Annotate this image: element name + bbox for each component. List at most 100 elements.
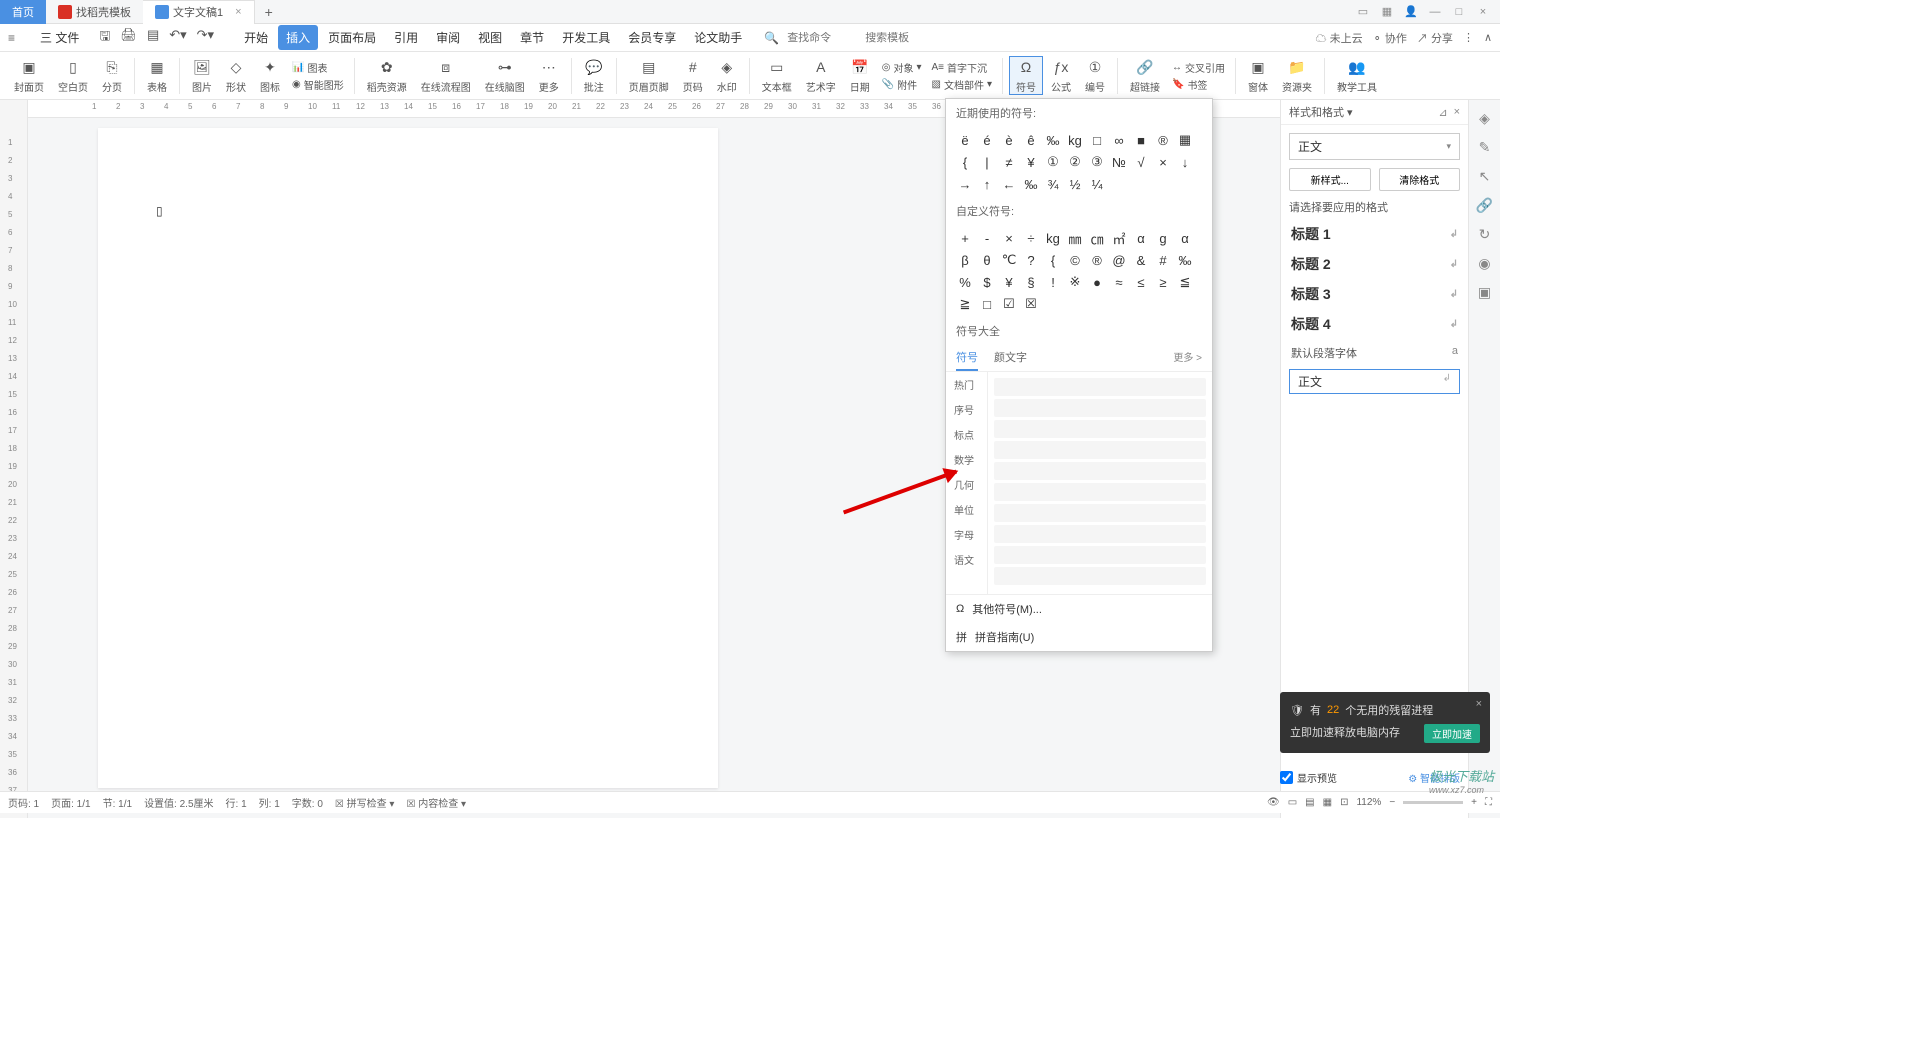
- symbol-cell[interactable]: #: [1152, 249, 1174, 271]
- new-tab-button[interactable]: +: [255, 4, 283, 20]
- maximize-button[interactable]: □: [1450, 3, 1468, 21]
- refresh-icon[interactable]: ↻: [1479, 226, 1491, 243]
- symbol-cell[interactable]: kg: [1064, 129, 1086, 151]
- style-heading-2[interactable]: 标题 2↲: [1281, 249, 1468, 279]
- icon-button[interactable]: ✦图标: [254, 57, 286, 94]
- user-avatar[interactable]: 👤: [1402, 3, 1420, 21]
- undo-icon[interactable]: ↶▾: [169, 27, 186, 49]
- symbol-cell[interactable]: $: [976, 271, 998, 293]
- chart-button[interactable]: 📊 图表: [292, 60, 344, 75]
- zoom-in-icon[interactable]: +: [1471, 797, 1477, 808]
- page-number-button[interactable]: #页码: [677, 57, 709, 94]
- number-button[interactable]: ①编号: [1079, 57, 1111, 94]
- menu-thesis[interactable]: 论文助手: [686, 25, 750, 50]
- menu-chapter[interactable]: 章节: [512, 25, 552, 50]
- textbox-button[interactable]: ▭文本框: [756, 57, 798, 94]
- symbol-cell[interactable]: β: [954, 249, 976, 271]
- close-icon[interactable]: ×: [235, 6, 241, 18]
- symbol-cell[interactable]: kg: [1042, 227, 1064, 249]
- symbol-cell[interactable]: ½: [1064, 173, 1086, 195]
- symbol-cell[interactable]: &: [1130, 249, 1152, 271]
- symbol-cell[interactable]: ×: [998, 227, 1020, 249]
- symbol-cell[interactable]: +: [954, 227, 976, 249]
- menu-view[interactable]: 视图: [470, 25, 510, 50]
- close-window-button[interactable]: ×: [1474, 3, 1492, 21]
- symbol-cell[interactable]: □: [1086, 129, 1108, 151]
- symbol-cell[interactable]: ×: [1152, 151, 1174, 173]
- layout-icon[interactable]: ▭: [1354, 3, 1372, 21]
- pinyin-guide-button[interactable]: 拼拼音指南(U): [946, 623, 1212, 651]
- smartart-button[interactable]: ◉ 智能图形: [292, 77, 344, 92]
- attachment-button[interactable]: 📎 附件: [882, 77, 922, 92]
- command-search[interactable]: [787, 32, 857, 44]
- symbol-cell[interactable]: ≈: [1108, 271, 1130, 293]
- fullscreen-icon[interactable]: ⛶: [1485, 797, 1492, 808]
- read-mode-icon[interactable]: ▭: [1288, 797, 1297, 808]
- file-menu[interactable]: 三 文件: [34, 27, 85, 48]
- template-search[interactable]: [865, 32, 935, 44]
- symbol-cell[interactable]: ㎜: [1064, 227, 1086, 249]
- symbol-cell[interactable]: ≤: [1130, 271, 1152, 293]
- zoom-level[interactable]: 112%: [1356, 797, 1381, 808]
- blank-page-button[interactable]: ▯空白页: [52, 57, 94, 94]
- menu-start[interactable]: 开始: [236, 25, 276, 50]
- symbol-cell[interactable]: @: [1108, 249, 1130, 271]
- current-style-select[interactable]: 正文: [1289, 133, 1460, 160]
- emoticon-tab[interactable]: 颜文字: [994, 349, 1027, 371]
- content-check-toggle[interactable]: ☒ 内容检查 ▾: [406, 795, 466, 810]
- pin-icon[interactable]: ⊿: [1438, 106, 1447, 119]
- symbol-cell[interactable]: ①: [1042, 151, 1064, 173]
- pencil-icon[interactable]: ✎: [1479, 139, 1491, 156]
- other-symbols-button[interactable]: Ω其他符号(M)...: [946, 595, 1212, 623]
- symbol-cell[interactable]: α: [1130, 227, 1152, 249]
- symbol-cell[interactable]: §: [1020, 271, 1042, 293]
- symbol-cell[interactable]: ?: [1020, 249, 1042, 271]
- tab-document[interactable]: 文字文稿1×: [143, 0, 255, 24]
- more-symbols-link[interactable]: 更多 >: [1173, 349, 1202, 371]
- symbol-cell[interactable]: ℃: [998, 249, 1020, 271]
- menu-member[interactable]: 会员专享: [620, 25, 684, 50]
- menu-dev[interactable]: 开发工具: [554, 25, 618, 50]
- zoom-slider[interactable]: [1403, 801, 1463, 804]
- symbol-cell[interactable]: ※: [1064, 271, 1086, 293]
- symbol-cell[interactable]: {: [954, 151, 976, 173]
- clear-format-button[interactable]: 清除格式: [1379, 168, 1461, 191]
- symbol-cell[interactable]: ®: [1086, 249, 1108, 271]
- select-icon[interactable]: ↖: [1479, 168, 1491, 185]
- more-icon[interactable]: ⋮: [1463, 31, 1474, 44]
- dropcap-button[interactable]: A≡ 首字下沉: [932, 60, 992, 75]
- collab-button[interactable]: ⚬ 协作: [1373, 30, 1407, 46]
- cover-page-button[interactable]: ▣封面页: [8, 57, 50, 94]
- share-button[interactable]: ↗ 分享: [1417, 30, 1453, 46]
- symbol-cell[interactable]: →: [954, 173, 976, 195]
- symbol-cell[interactable]: ②: [1064, 151, 1086, 173]
- object-button[interactable]: ◎ 对象▾: [882, 60, 922, 75]
- symbol-cell[interactable]: %: [954, 271, 976, 293]
- symbol-cell[interactable]: ®: [1152, 129, 1174, 151]
- location-icon[interactable]: ◉: [1478, 255, 1490, 272]
- outline-mode-icon[interactable]: ▦: [1323, 797, 1332, 808]
- symbol-category[interactable]: 字母: [946, 522, 987, 547]
- print-icon[interactable]: 🖨: [120, 27, 137, 49]
- symbol-cell[interactable]: !: [1042, 271, 1064, 293]
- symbol-cell[interactable]: ‰: [1174, 249, 1196, 271]
- symbol-cell[interactable]: α: [1174, 227, 1196, 249]
- show-preview-checkbox[interactable]: [1280, 771, 1293, 784]
- hyperlink-button[interactable]: 🔗超链接: [1124, 57, 1166, 94]
- apps-icon[interactable]: ▦: [1378, 3, 1396, 21]
- symbol-cell[interactable]: ‰: [1020, 173, 1042, 195]
- symbol-category[interactable]: 语文: [946, 547, 987, 572]
- symbol-cell[interactable]: ③: [1086, 151, 1108, 173]
- flowchart-button[interactable]: ⧈在线流程图: [415, 57, 477, 94]
- symbol-cell[interactable]: ë: [954, 129, 976, 151]
- symbol-cell[interactable]: ¾: [1042, 173, 1064, 195]
- symbol-cell[interactable]: ¥: [998, 271, 1020, 293]
- symbol-cell[interactable]: □: [976, 293, 998, 315]
- symbol-cell[interactable]: ㎝: [1086, 227, 1108, 249]
- notification-close-icon[interactable]: ×: [1476, 698, 1482, 710]
- symbol-cell[interactable]: ‰: [1042, 129, 1064, 151]
- tab-templates[interactable]: 找稻壳模板: [46, 0, 143, 24]
- focus-mode-icon[interactable]: ⊡: [1340, 797, 1348, 808]
- table-button[interactable]: ▦表格: [141, 57, 173, 94]
- cloud-status[interactable]: ☁ 未上云: [1316, 30, 1363, 46]
